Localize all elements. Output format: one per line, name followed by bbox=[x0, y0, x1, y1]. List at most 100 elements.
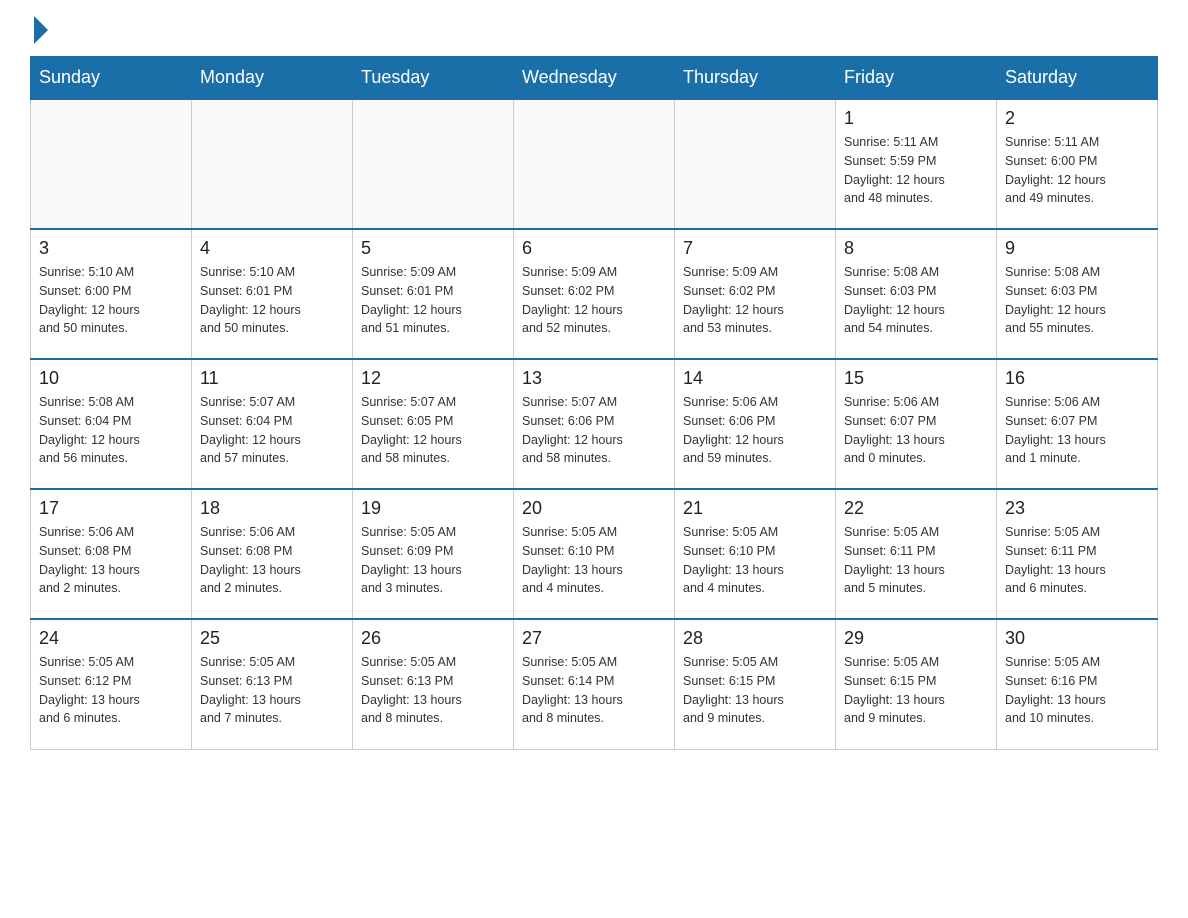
calendar-day-cell: 14 Sunrise: 5:06 AMSunset: 6:06 PMDayligh… bbox=[675, 359, 836, 489]
day-info: Sunrise: 5:05 AMSunset: 6:14 PMDaylight:… bbox=[522, 653, 666, 728]
day-number: 27 bbox=[522, 628, 666, 649]
day-info: Sunrise: 5:09 AMSunset: 6:01 PMDaylight:… bbox=[361, 263, 505, 338]
day-info: Sunrise: 5:05 AMSunset: 6:09 PMDaylight:… bbox=[361, 523, 505, 598]
calendar-day-cell: 29Sunrise: 5:05 AMSunset: 6:15 PMDayligh… bbox=[836, 619, 997, 749]
day-info: Sunrise: 5:06 AMSunset: 6:08 PMDaylight:… bbox=[200, 523, 344, 598]
calendar-day-cell: 10Sunrise: 5:08 AMSunset: 6:04 PMDayligh… bbox=[31, 359, 192, 489]
day-info: Sunrise: 5:07 AMSunset: 6:05 PMDaylight:… bbox=[361, 393, 505, 468]
day-info: Sunrise: 5:11 AMSunset: 5:59 PMDaylight:… bbox=[844, 133, 988, 208]
calendar-day-cell: 1 Sunrise: 5:11 AMSunset: 5:59 PMDaylight… bbox=[836, 99, 997, 229]
day-info: Sunrise: 5:05 AMSunset: 6:11 PMDaylight:… bbox=[844, 523, 988, 598]
day-number: 28 bbox=[683, 628, 827, 649]
calendar-day-cell: 15 Sunrise: 5:06 AMSunset: 6:07 PMDayligh… bbox=[836, 359, 997, 489]
day-number: 30 bbox=[1005, 628, 1149, 649]
day-number: 26 bbox=[361, 628, 505, 649]
calendar-day-cell: 20 Sunrise: 5:05 AMSunset: 6:10 PMDayligh… bbox=[514, 489, 675, 619]
calendar-day-cell: 13Sunrise: 5:07 AMSunset: 6:06 PMDayligh… bbox=[514, 359, 675, 489]
day-info: Sunrise: 5:09 AMSunset: 6:02 PMDaylight:… bbox=[522, 263, 666, 338]
day-info: Sunrise: 5:09 AMSunset: 6:02 PMDaylight:… bbox=[683, 263, 827, 338]
calendar-header-row: SundayMondayTuesdayWednesdayThursdayFrid… bbox=[31, 57, 1158, 100]
calendar-day-cell: 24Sunrise: 5:05 AMSunset: 6:12 PMDayligh… bbox=[31, 619, 192, 749]
calendar-day-cell: 8 Sunrise: 5:08 AMSunset: 6:03 PMDaylight… bbox=[836, 229, 997, 359]
weekday-header-tuesday: Tuesday bbox=[353, 57, 514, 100]
day-number: 24 bbox=[39, 628, 183, 649]
day-info: Sunrise: 5:05 AMSunset: 6:10 PMDaylight:… bbox=[683, 523, 827, 598]
day-info: Sunrise: 5:11 AMSunset: 6:00 PMDaylight:… bbox=[1005, 133, 1149, 208]
day-number: 5 bbox=[361, 238, 505, 259]
weekday-header-thursday: Thursday bbox=[675, 57, 836, 100]
day-number: 6 bbox=[522, 238, 666, 259]
day-info: Sunrise: 5:05 AMSunset: 6:15 PMDaylight:… bbox=[844, 653, 988, 728]
day-number: 17 bbox=[39, 498, 183, 519]
day-info: Sunrise: 5:05 AMSunset: 6:13 PMDaylight:… bbox=[361, 653, 505, 728]
calendar-week-2: 3Sunrise: 5:10 AMSunset: 6:00 PMDaylight… bbox=[31, 229, 1158, 359]
logo-general-text bbox=[30, 20, 48, 44]
day-number: 10 bbox=[39, 368, 183, 389]
calendar-day-cell bbox=[675, 99, 836, 229]
logo-arrow-icon bbox=[34, 16, 48, 44]
calendar-day-cell: 5 Sunrise: 5:09 AMSunset: 6:01 PMDaylight… bbox=[353, 229, 514, 359]
day-number: 8 bbox=[844, 238, 988, 259]
day-info: Sunrise: 5:07 AMSunset: 6:06 PMDaylight:… bbox=[522, 393, 666, 468]
weekday-header-wednesday: Wednesday bbox=[514, 57, 675, 100]
day-info: Sunrise: 5:08 AMSunset: 6:03 PMDaylight:… bbox=[844, 263, 988, 338]
weekday-header-saturday: Saturday bbox=[997, 57, 1158, 100]
day-info: Sunrise: 5:07 AMSunset: 6:04 PMDaylight:… bbox=[200, 393, 344, 468]
calendar-week-4: 17 Sunrise: 5:06 AMSunset: 6:08 PMDayligh… bbox=[31, 489, 1158, 619]
calendar-week-5: 24Sunrise: 5:05 AMSunset: 6:12 PMDayligh… bbox=[31, 619, 1158, 749]
calendar-table: SundayMondayTuesdayWednesdayThursdayFrid… bbox=[30, 56, 1158, 750]
day-number: 25 bbox=[200, 628, 344, 649]
calendar-day-cell: 27 Sunrise: 5:05 AMSunset: 6:14 PMDayligh… bbox=[514, 619, 675, 749]
day-number: 16 bbox=[1005, 368, 1149, 389]
day-number: 4 bbox=[200, 238, 344, 259]
day-number: 11 bbox=[200, 368, 344, 389]
calendar-week-3: 10Sunrise: 5:08 AMSunset: 6:04 PMDayligh… bbox=[31, 359, 1158, 489]
day-info: Sunrise: 5:06 AMSunset: 6:07 PMDaylight:… bbox=[1005, 393, 1149, 468]
day-number: 23 bbox=[1005, 498, 1149, 519]
day-number: 12 bbox=[361, 368, 505, 389]
day-number: 15 bbox=[844, 368, 988, 389]
day-info: Sunrise: 5:10 AMSunset: 6:01 PMDaylight:… bbox=[200, 263, 344, 338]
calendar-day-cell: 11 Sunrise: 5:07 AMSunset: 6:04 PMDayligh… bbox=[192, 359, 353, 489]
calendar-day-cell: 2 Sunrise: 5:11 AMSunset: 6:00 PMDaylight… bbox=[997, 99, 1158, 229]
logo bbox=[30, 20, 48, 36]
day-number: 21 bbox=[683, 498, 827, 519]
day-info: Sunrise: 5:06 AMSunset: 6:08 PMDaylight:… bbox=[39, 523, 183, 598]
day-info: Sunrise: 5:05 AMSunset: 6:15 PMDaylight:… bbox=[683, 653, 827, 728]
day-number: 19 bbox=[361, 498, 505, 519]
weekday-header-friday: Friday bbox=[836, 57, 997, 100]
day-info: Sunrise: 5:05 AMSunset: 6:10 PMDaylight:… bbox=[522, 523, 666, 598]
calendar-week-1: 1 Sunrise: 5:11 AMSunset: 5:59 PMDaylight… bbox=[31, 99, 1158, 229]
day-info: Sunrise: 5:05 AMSunset: 6:13 PMDaylight:… bbox=[200, 653, 344, 728]
day-number: 18 bbox=[200, 498, 344, 519]
calendar-day-cell: 21 Sunrise: 5:05 AMSunset: 6:10 PMDayligh… bbox=[675, 489, 836, 619]
calendar-day-cell: 25 Sunrise: 5:05 AMSunset: 6:13 PMDayligh… bbox=[192, 619, 353, 749]
calendar-day-cell: 18 Sunrise: 5:06 AMSunset: 6:08 PMDayligh… bbox=[192, 489, 353, 619]
calendar-day-cell: 3Sunrise: 5:10 AMSunset: 6:00 PMDaylight… bbox=[31, 229, 192, 359]
calendar-day-cell: 28 Sunrise: 5:05 AMSunset: 6:15 PMDayligh… bbox=[675, 619, 836, 749]
calendar-day-cell: 19 Sunrise: 5:05 AMSunset: 6:09 PMDayligh… bbox=[353, 489, 514, 619]
calendar-day-cell: 22 Sunrise: 5:05 AMSunset: 6:11 PMDayligh… bbox=[836, 489, 997, 619]
calendar-day-cell: 7 Sunrise: 5:09 AMSunset: 6:02 PMDaylight… bbox=[675, 229, 836, 359]
day-info: Sunrise: 5:08 AMSunset: 6:03 PMDaylight:… bbox=[1005, 263, 1149, 338]
day-number: 22 bbox=[844, 498, 988, 519]
calendar-day-cell bbox=[514, 99, 675, 229]
day-number: 7 bbox=[683, 238, 827, 259]
calendar-day-cell: 9Sunrise: 5:08 AMSunset: 6:03 PMDaylight… bbox=[997, 229, 1158, 359]
calendar-day-cell bbox=[192, 99, 353, 229]
day-info: Sunrise: 5:06 AMSunset: 6:06 PMDaylight:… bbox=[683, 393, 827, 468]
calendar-day-cell: 12 Sunrise: 5:07 AMSunset: 6:05 PMDayligh… bbox=[353, 359, 514, 489]
day-info: Sunrise: 5:05 AMSunset: 6:11 PMDaylight:… bbox=[1005, 523, 1149, 598]
calendar-day-cell: 23 Sunrise: 5:05 AMSunset: 6:11 PMDayligh… bbox=[997, 489, 1158, 619]
day-number: 20 bbox=[522, 498, 666, 519]
day-number: 2 bbox=[1005, 108, 1149, 129]
day-info: Sunrise: 5:05 AMSunset: 6:16 PMDaylight:… bbox=[1005, 653, 1149, 728]
calendar-day-cell bbox=[353, 99, 514, 229]
calendar-day-cell: 4 Sunrise: 5:10 AMSunset: 6:01 PMDaylight… bbox=[192, 229, 353, 359]
day-number: 14 bbox=[683, 368, 827, 389]
day-number: 1 bbox=[844, 108, 988, 129]
weekday-header-sunday: Sunday bbox=[31, 57, 192, 100]
calendar-day-cell: 17 Sunrise: 5:06 AMSunset: 6:08 PMDayligh… bbox=[31, 489, 192, 619]
day-info: Sunrise: 5:06 AMSunset: 6:07 PMDaylight:… bbox=[844, 393, 988, 468]
day-number: 3 bbox=[39, 238, 183, 259]
